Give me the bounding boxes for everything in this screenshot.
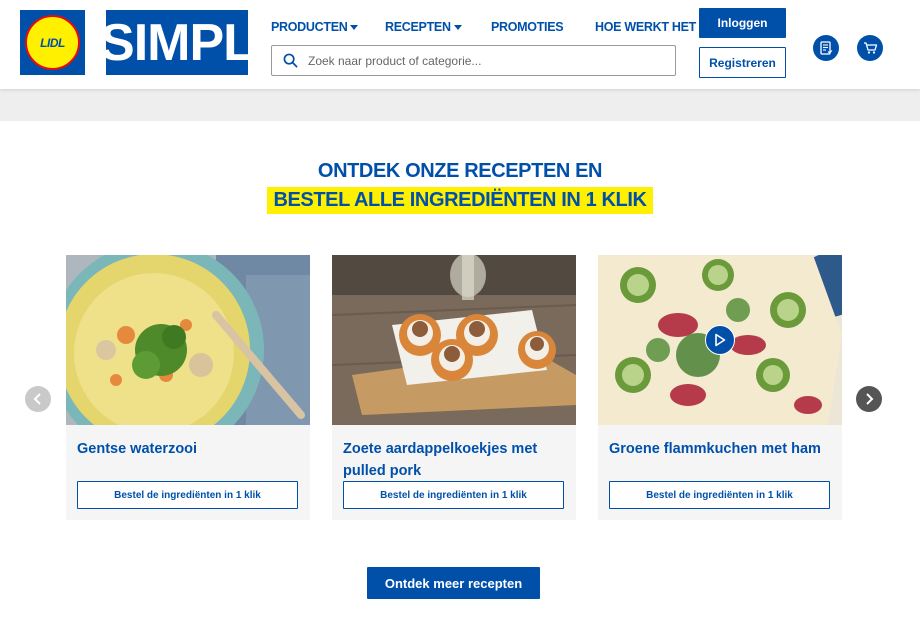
main-nav: PRODUCTEN RECEPTEN PROMOTIES HOE WERKT H… xyxy=(271,20,696,34)
recipe-title[interactable]: Groene flammkuchen met ham xyxy=(609,438,831,460)
nav-promoties[interactable]: PROMOTIES xyxy=(491,20,595,34)
hero-line-2: BESTEL ALLE INGREDIËNTEN IN 1 KLIK xyxy=(267,187,653,214)
search-bar[interactable] xyxy=(271,45,676,76)
simpl-logo[interactable]: SIMPL xyxy=(100,10,255,75)
nav-hoe-werkt-het-label: HOE WERKT HET xyxy=(595,20,696,34)
hero-heading: ONTDEK ONZE RECEPTEN EN BESTEL ALLE INGR… xyxy=(0,160,920,214)
order-ingredients-button[interactable]: Bestel de ingrediënten in 1 klik xyxy=(609,481,830,509)
carousel-prev-button[interactable] xyxy=(25,386,51,412)
register-button[interactable]: Registreren xyxy=(699,47,786,78)
recipe-title[interactable]: Zoete aardappelkoekjes met pulled pork xyxy=(343,438,565,482)
order-ingredients-button[interactable]: Bestel de ingrediënten in 1 klik xyxy=(343,481,564,509)
login-button[interactable]: Inloggen xyxy=(699,8,786,38)
lidl-logo-text: LIDL xyxy=(40,35,65,50)
nav-hoe-werkt-het[interactable]: HOE WERKT HET xyxy=(595,20,696,34)
nav-recepten[interactable]: RECEPTEN xyxy=(385,20,491,34)
recipe-card[interactable]: Groene flammkuchen met ham Bestel de ing… xyxy=(598,255,842,520)
header: LIDL SIMPL PRODUCTEN RECEPTEN PROMOTIES … xyxy=(0,0,920,89)
recipe-image-waterzooi[interactable] xyxy=(66,255,310,425)
nav-promoties-label: PROMOTIES xyxy=(491,20,564,34)
carousel-next-button[interactable] xyxy=(856,386,882,412)
shopping-list-icon xyxy=(820,41,833,55)
recipe-image-flammkuchen[interactable] xyxy=(598,255,842,425)
recipe-title[interactable]: Gentse waterzooi xyxy=(77,438,299,460)
nav-recepten-label: RECEPTEN xyxy=(385,20,451,34)
order-ingredients-button[interactable]: Bestel de ingrediënten in 1 klik xyxy=(77,481,298,509)
lidl-logo-circle: LIDL xyxy=(25,15,80,70)
cart-button[interactable] xyxy=(857,35,883,61)
shopping-list-button[interactable] xyxy=(813,35,839,61)
nav-producten-label: PRODUCTEN xyxy=(271,20,348,34)
play-icon xyxy=(715,333,726,347)
hero-line-1: ONTDEK ONZE RECEPTEN EN xyxy=(317,160,603,182)
search-input[interactable] xyxy=(308,53,658,68)
cart-icon xyxy=(863,42,877,54)
banner-strip xyxy=(0,89,920,121)
chevron-right-icon xyxy=(866,393,874,405)
chevron-down-icon xyxy=(453,24,462,30)
lidl-logo[interactable]: LIDL xyxy=(20,10,85,75)
recipe-card[interactable]: Gentse waterzooi Bestel de ingrediënten … xyxy=(66,255,310,520)
nav-producten[interactable]: PRODUCTEN xyxy=(271,20,385,34)
play-video-button[interactable] xyxy=(705,325,735,355)
chevron-left-icon xyxy=(33,393,41,405)
recipe-image-aardappelkoekjes[interactable] xyxy=(332,255,576,425)
chevron-down-icon xyxy=(350,24,359,30)
more-recipes-button[interactable]: Ontdek meer recepten xyxy=(367,567,540,599)
recipe-card[interactable]: Zoete aardappelkoekjes met pulled pork B… xyxy=(332,255,576,520)
search-icon xyxy=(283,53,298,68)
